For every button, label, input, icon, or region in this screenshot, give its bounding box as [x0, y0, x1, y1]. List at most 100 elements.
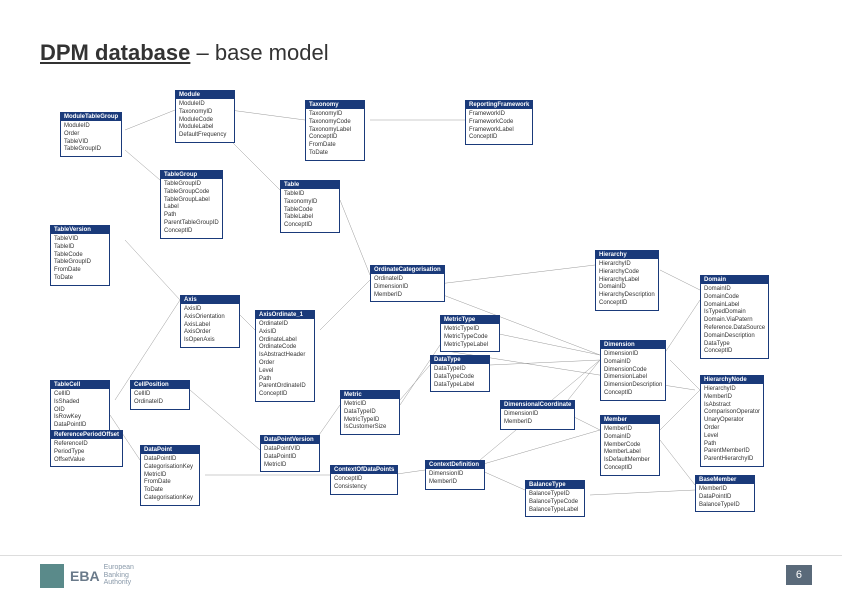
entity-field: Path	[259, 376, 311, 384]
entity-field: OrdinateLabel	[259, 337, 311, 345]
entity-field: MetricTypeID	[444, 326, 496, 334]
er-diagram: ModuleModuleIDTaxonomyIDModuleCodeModule…	[30, 80, 812, 535]
entity-metrictype: MetricTypeMetricTypeIDMetricTypeCodeMetr…	[440, 315, 500, 352]
entity-field: MemberID	[374, 292, 441, 300]
entity-field: DataTypeID	[434, 366, 486, 374]
entity-body: HierarchyIDHierarchyCodeHierarchyLabelDo…	[596, 259, 658, 310]
entity-field: DomainID	[604, 359, 662, 367]
entity-axisordinate: AxisOrdinate_1OrdinateIDAxisIDOrdinateLa…	[255, 310, 315, 402]
entity-field: CategorisationKey	[144, 495, 196, 503]
entity-field: ConceptID	[599, 300, 655, 308]
entity-body: TableIDTaxonomyIDTableCodeTableLabelConc…	[281, 189, 339, 232]
entity-field: FromDate	[144, 479, 196, 487]
entity-header: Domain	[701, 276, 768, 284]
entity-field: ParentHierarchyID	[704, 456, 760, 464]
title-rest: – base model	[190, 40, 328, 65]
entity-body: DomainIDDomainCodeDomainLabelIsTypedDoma…	[701, 284, 768, 358]
entity-body: FrameworkIDFrameworkCodeFrameworkLabelCo…	[466, 109, 532, 144]
entity-field: IsShaded	[54, 399, 106, 407]
entity-field: IsTypedDomain	[704, 309, 765, 317]
entity-field: TableGroupID	[54, 259, 106, 267]
entity-header: Member	[601, 416, 659, 424]
entity-field: DataPointID	[264, 454, 316, 462]
entity-field: OrdinateID	[259, 321, 311, 329]
entity-dimensionalcoordinate: DimensionalCoordinateDimensionIDMemberID	[500, 400, 575, 430]
entity-field: TableGroupID	[164, 181, 219, 189]
entity-field: HierarchyID	[704, 386, 760, 394]
entity-field: DataPointID	[54, 422, 106, 430]
entity-header: MetricType	[441, 316, 499, 324]
entity-body: OrdinateIDDimensionIDMemberID	[371, 274, 444, 301]
entity-basemember: BaseMemberMemberIDDataPointIDBalanceType…	[695, 475, 755, 512]
entity-field: ConceptID	[334, 476, 394, 484]
entity-field: FromDate	[54, 267, 106, 275]
entity-field: MemberID	[429, 479, 481, 487]
entity-header: TableCell	[51, 381, 109, 389]
entity-datapoint: DataPointDataPointIDCategorisationKeyMet…	[140, 445, 200, 506]
entity-body: ModuleIDOrderTableVIDTableGroupID	[61, 121, 121, 156]
entity-field: AxisOrientation	[184, 314, 236, 322]
entity-field: MemberID	[704, 394, 760, 402]
entity-field: TaxonomyCode	[309, 119, 361, 127]
entity-field: FrameworkCode	[469, 119, 529, 127]
entity-field: Level	[259, 368, 311, 376]
entity-header: BalanceType	[526, 481, 584, 489]
entity-field: ToDate	[309, 150, 361, 158]
entity-field: BalanceTypeID	[699, 502, 751, 510]
entity-field: ConceptID	[704, 348, 765, 356]
entity-domain: DomainDomainIDDomainCodeDomainLabelIsTyp…	[700, 275, 769, 359]
entity-body: CellIDIsShadedOIDIsRowKeyDataPointID	[51, 389, 109, 432]
entity-field: Path	[164, 212, 219, 220]
entity-reportingframework: ReportingFrameworkFrameworkIDFrameworkCo…	[465, 100, 533, 145]
entity-field: DomainDescription	[704, 333, 765, 341]
entity-referenceperiodoffset: ReferencePeriodOffsetReferenceIDPeriodTy…	[50, 430, 123, 467]
entity-field: DomainID	[704, 286, 765, 294]
entity-body: ReferenceIDPeriodTypeOffsetValue	[51, 439, 122, 466]
entity-field: TableVID	[64, 139, 118, 147]
entity-field: HierarchyDescription	[599, 292, 655, 300]
entity-field: DataTypeID	[344, 409, 396, 417]
entity-metric: MetricMetricIDDataTypeIDMetricTypeIDIsCu…	[340, 390, 400, 435]
entity-field: ModuleID	[64, 123, 118, 131]
entity-field: ConceptID	[259, 391, 311, 399]
entity-body: ModuleIDTaxonomyIDModuleCodeModuleLabelD…	[176, 99, 234, 142]
entity-field: AxisOrder	[184, 329, 236, 337]
entity-field: OrdinateID	[374, 276, 441, 284]
title-bold: DPM database	[40, 40, 190, 65]
entity-header: Table	[281, 181, 339, 189]
logo-square	[40, 564, 64, 588]
entity-body: DimensionIDMemberID	[501, 409, 574, 429]
entity-body: DataPointVIDDataPointIDMetricID	[261, 444, 319, 471]
entity-field: MemberID	[699, 486, 751, 494]
entity-field: BalanceTypeLabel	[529, 507, 581, 515]
entity-field: ParentOrdinateID	[259, 383, 311, 391]
entity-header: ReportingFramework	[466, 101, 532, 109]
entity-body: DataPointIDCategorisationKeyMetricIDFrom…	[141, 454, 199, 505]
entity-field: IsCustomerSize	[344, 424, 396, 432]
entity-field: DataPointID	[144, 456, 196, 464]
entity-tablegroup: TableGroupTableGroupIDTableGroupCodeTabl…	[160, 170, 223, 239]
entity-field: BalanceTypeCode	[529, 499, 581, 507]
entity-field: BalanceTypeID	[529, 491, 581, 499]
entity-field: AxisLabel	[184, 322, 236, 330]
entity-header: DimensionalCoordinate	[501, 401, 574, 409]
entity-field: MetricTypeCode	[444, 334, 496, 342]
entity-body: DimensionIDMemberID	[426, 469, 484, 489]
entity-header: OrdinateCategorisation	[371, 266, 444, 274]
entity-field: ReferenceID	[54, 441, 119, 449]
entity-tablecell: TableCellCellIDIsShadedOIDIsRowKeyDataPo…	[50, 380, 110, 433]
entity-field: FromDate	[309, 142, 361, 150]
entity-header: AxisOrdinate_1	[256, 311, 314, 319]
entity-datatype: DataTypeDataTypeIDDataTypeCodeDataTypeLa…	[430, 355, 490, 392]
entity-field: TableLabel	[284, 214, 336, 222]
entity-field: OrdinateCode	[259, 344, 311, 352]
entity-contextofdatapoints: ContextOfDataPointsConceptIDConsistency	[330, 465, 398, 495]
entity-header: Axis	[181, 296, 239, 304]
entity-field: ConceptID	[469, 134, 529, 142]
footer: EBA European Banking Authority	[0, 555, 842, 595]
entity-header: ModuleTableGroup	[61, 113, 121, 121]
entity-body: HierarchyIDMemberIDIsAbstractComparisonO…	[701, 384, 763, 466]
entity-header: ReferencePeriodOffset	[51, 431, 122, 439]
entity-field: ParentTableGroupID	[164, 220, 219, 228]
entity-field: DataPointVID	[264, 446, 316, 454]
